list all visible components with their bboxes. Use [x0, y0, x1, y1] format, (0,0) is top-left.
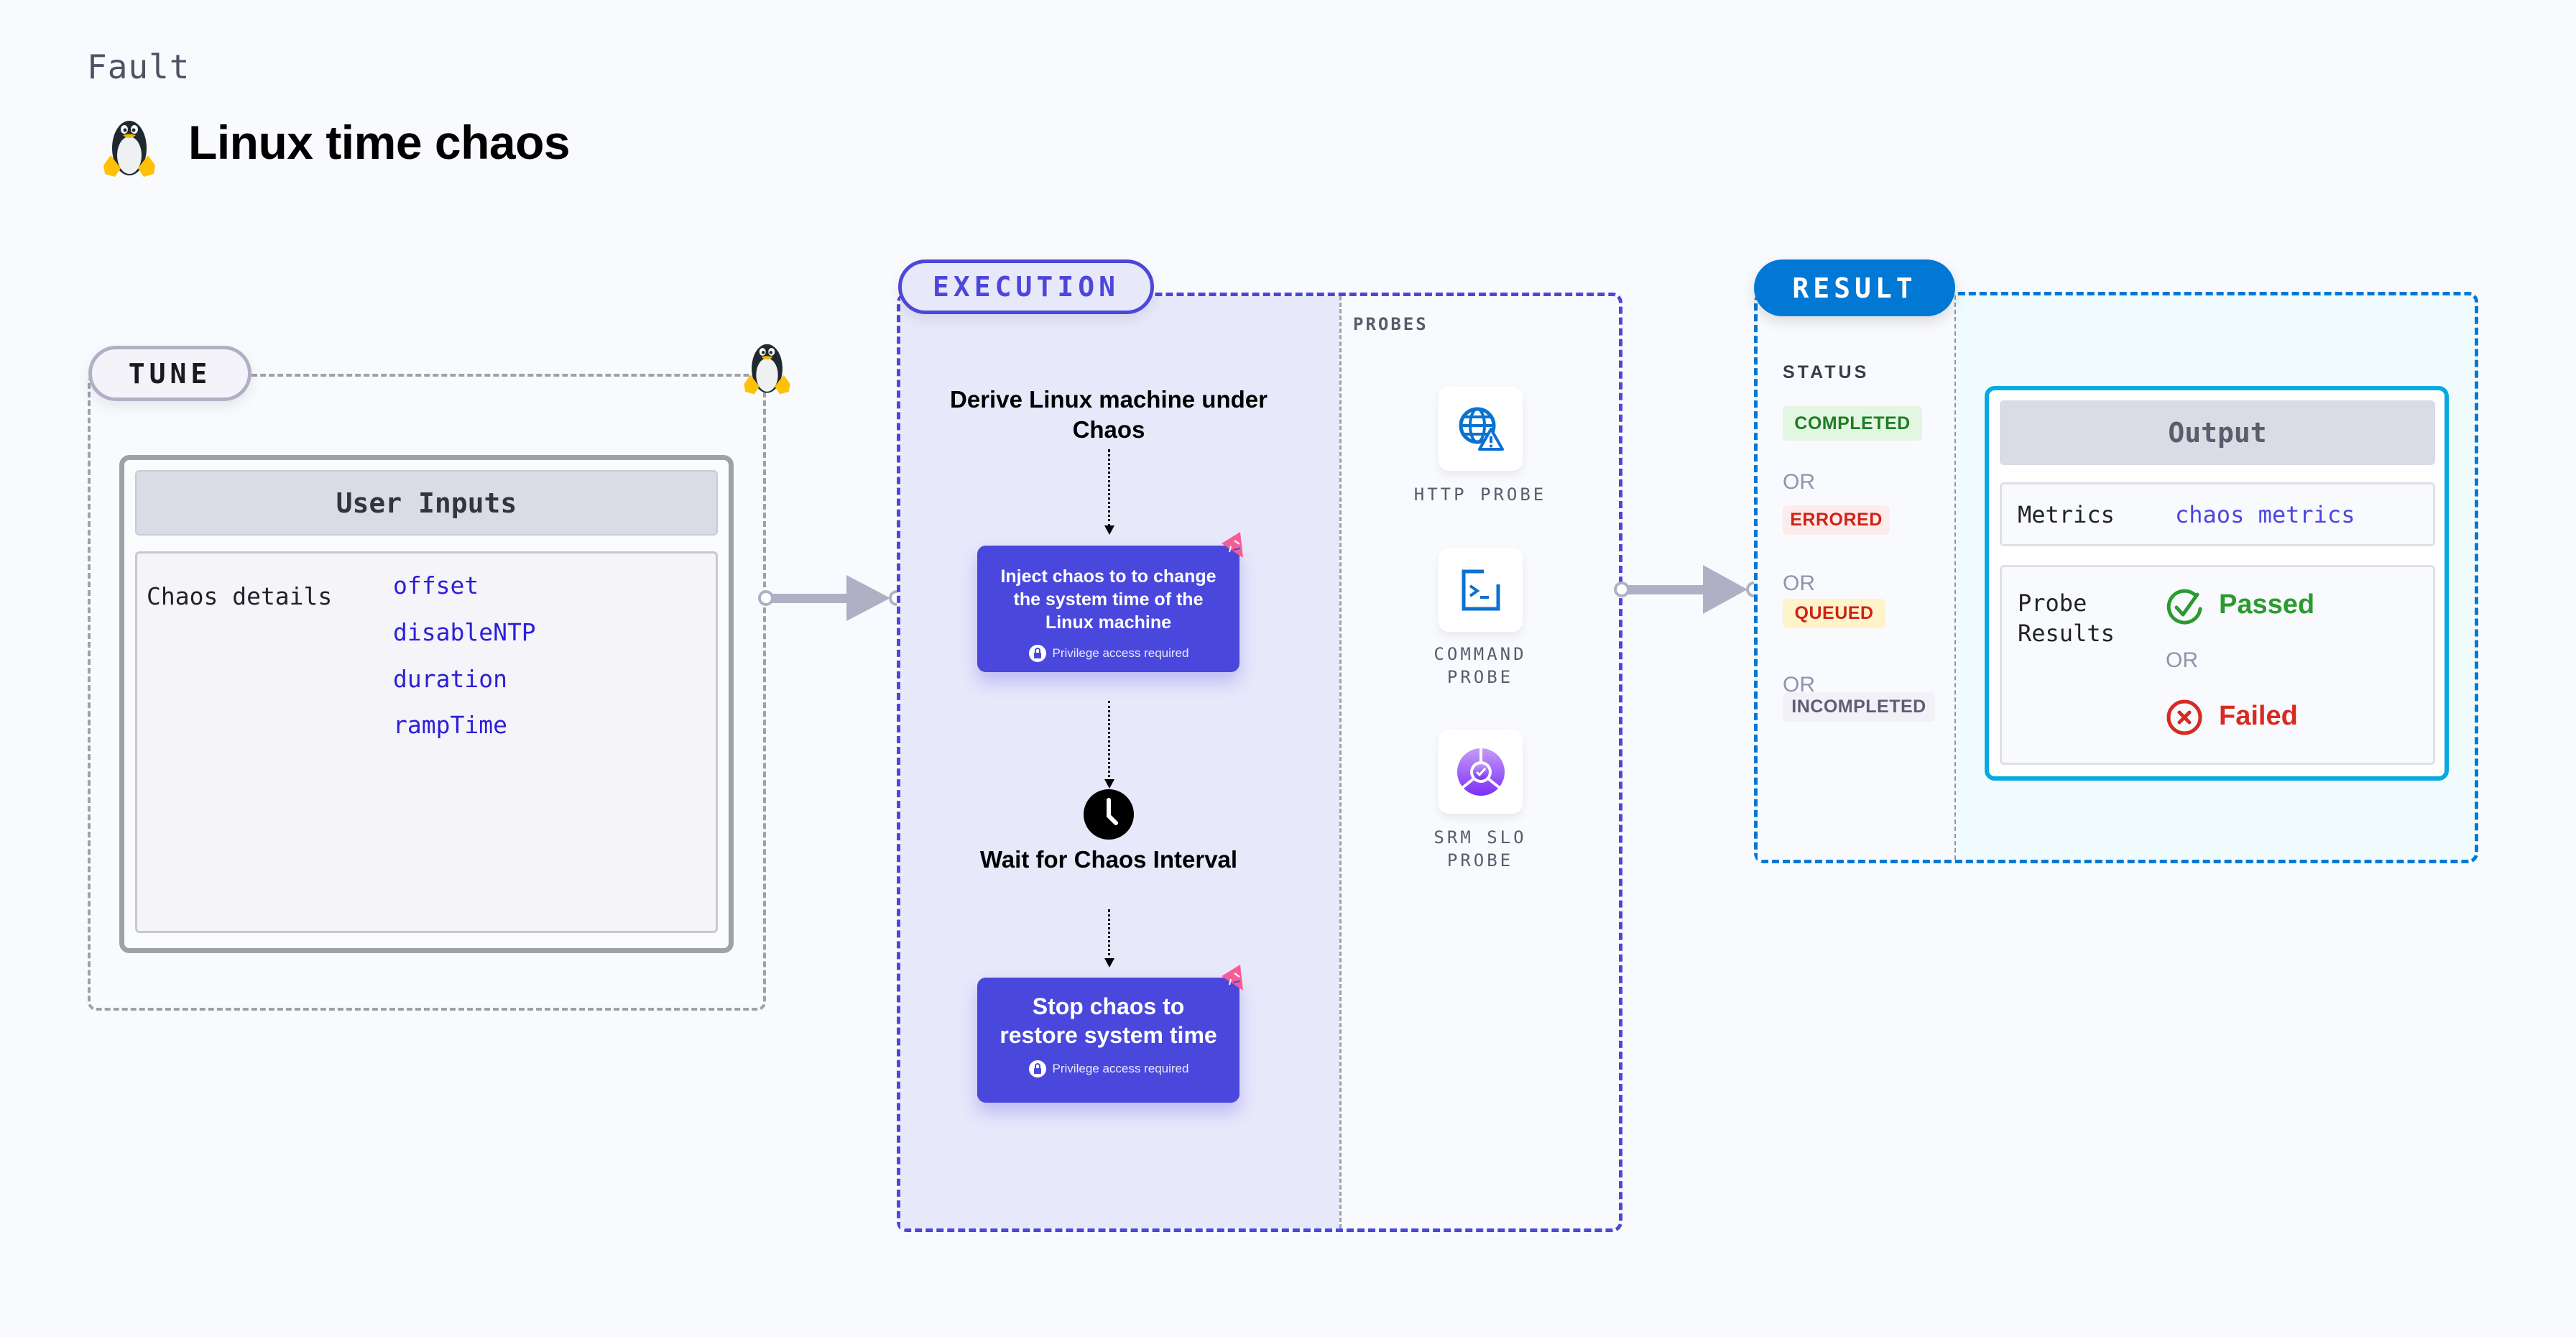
step-inject-chaos-card: Inject chaos to to change the system tim… — [977, 546, 1239, 672]
page-title: Linux time chaos — [188, 116, 571, 169]
check-circle-icon — [2166, 589, 2202, 625]
execution-pill: EXECUTION — [898, 259, 1154, 314]
connector-line — [1108, 701, 1110, 781]
stop-chaos-text: Stop chaos to restore system time — [1000, 993, 1217, 1048]
linux-penguin-icon — [103, 121, 155, 177]
step-wait-interval: Wait for Chaos Interval — [979, 846, 1238, 873]
status-label: STATUS — [1783, 362, 1870, 382]
probe-failed-label: Failed — [2219, 701, 2298, 731]
tune-pill: TUNE — [88, 346, 251, 401]
x-circle-icon — [2166, 699, 2202, 735]
clock-icon — [1084, 789, 1134, 840]
globe-warning-icon — [1459, 407, 1504, 451]
srm-slo-probe-label: SRM SLO PROBE — [1434, 827, 1527, 870]
probes-divider — [1339, 296, 1342, 1228]
privilege-note: Privilege access required — [977, 1060, 1239, 1078]
metrics-label: Metrics — [2018, 501, 2115, 528]
metrics-value: chaos metrics — [2175, 501, 2355, 528]
connector-arrowhead — [1104, 525, 1114, 535]
command-probe-label: COMMAND PROBE — [1434, 644, 1527, 687]
lock-icon — [1028, 645, 1046, 662]
status-badge-completed: COMPLETED — [1783, 406, 1922, 441]
http-probe-tile[interactable] — [1439, 387, 1523, 471]
param-duration: duration — [393, 665, 507, 693]
step-stop-chaos-card: Stop chaos to restore system time Privil… — [977, 978, 1239, 1103]
http-probe-label: HTTP PROBE — [1413, 484, 1547, 505]
param-disable-ntp: disableNTP — [393, 618, 536, 646]
probe-passed-label: Passed — [2219, 589, 2315, 620]
connector-arrowhead — [1104, 958, 1114, 968]
privilege-note-text: Privilege access required — [1052, 1062, 1189, 1075]
param-ramp-time: rampTime — [393, 711, 507, 739]
output-header: Output — [2000, 400, 2435, 465]
probe-results-label: Probe Results — [2018, 589, 2115, 647]
or-separator: OR — [1783, 571, 1815, 595]
step-derive-target: Derive Linux machine under Chaos — [950, 386, 1268, 443]
result-pill: RESULT — [1754, 259, 1955, 316]
inject-chaos-text: Inject chaos to to change the system tim… — [1000, 566, 1217, 633]
flow-arrow-tune-to-execution — [758, 575, 905, 621]
privilege-note-text: Privilege access required — [1052, 646, 1189, 660]
or-separator: OR — [1783, 470, 1815, 494]
or-separator: OR — [2166, 648, 2198, 672]
flow-arrow-execution-to-result — [1614, 565, 1762, 614]
status-badge-incompleted: INCOMPLETED — [1783, 692, 1935, 722]
chaos-hub-badge-icon — [1222, 965, 1243, 991]
param-offset: offset — [393, 571, 479, 599]
linux-penguin-icon — [744, 344, 790, 395]
fault-category-label: Fault — [87, 47, 190, 86]
connector-arrowhead — [1104, 779, 1114, 789]
command-probe-tile[interactable] — [1439, 548, 1523, 632]
terminal-icon — [1462, 569, 1500, 610]
probes-label: PROBES — [1353, 314, 1428, 334]
connector-line — [1108, 449, 1110, 527]
chaos-hub-badge-icon — [1222, 532, 1243, 558]
lock-icon — [1028, 1060, 1046, 1078]
user-inputs-header: User Inputs — [135, 470, 718, 536]
status-badge-queued: QUEUED — [1783, 599, 1885, 628]
connector-line — [1108, 909, 1110, 961]
privilege-note: Privilege access required — [977, 644, 1239, 663]
chaos-details-label: Chaos details — [147, 582, 333, 610]
srm-slo-probe-tile[interactable] — [1439, 730, 1523, 814]
slo-gauge-icon — [1456, 748, 1505, 796]
status-badge-errored: ERRORED — [1783, 505, 1890, 535]
